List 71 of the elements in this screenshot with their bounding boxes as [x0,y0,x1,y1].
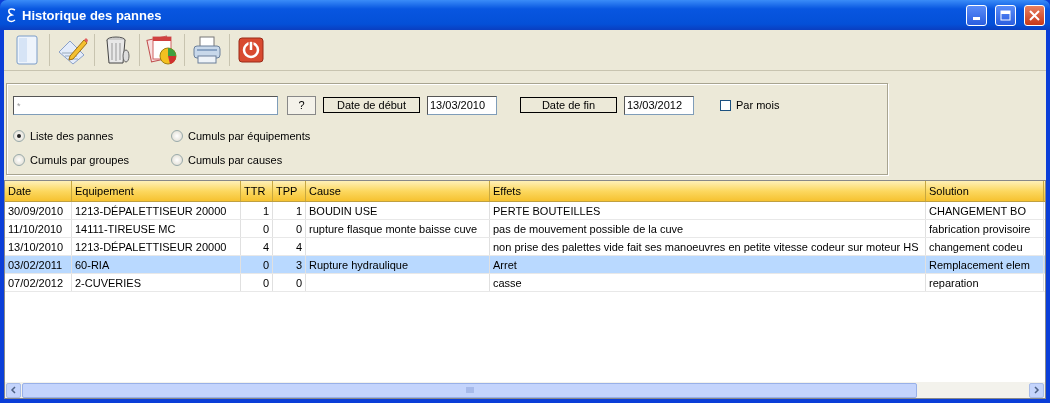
table-cell: 3 [295,258,302,271]
table-cell: 0 [262,258,269,271]
table-cell: 0 [262,222,269,235]
radio-label: Liste des pannes [30,130,114,142]
radio-label: Cumuls par équipements [188,130,311,142]
column-header[interactable]: TTR [241,181,273,201]
help-button[interactable]: ? [287,95,316,115]
start-date-label: Date de début [323,97,420,113]
start-date-field[interactable]: 13/03/2010 [427,95,497,115]
scroll-right-button[interactable] [1029,382,1044,398]
radio-button[interactable] [13,154,25,166]
table-cell: 14111-TIREUSE MC [75,222,176,235]
search-field[interactable]: * [13,95,278,115]
table-cell: 1 [295,204,302,217]
table-cell: 03/02/2011 [8,258,63,271]
column-header[interactable]: TPP [273,181,306,201]
column-header[interactable]: Effets [490,181,926,201]
table-cell: 30/09/2010 [8,204,64,217]
close-button[interactable] [1024,4,1045,26]
end-date-field[interactable]: 13/03/2012 [624,95,694,115]
minimize-button[interactable] [966,4,987,26]
checkbox-label: Par mois [736,99,780,111]
scrollbar-thumb[interactable] [22,382,917,398]
table-cell: Rupture hydraulique [309,258,409,271]
selected-row[interactable]: 03/02/2011 60-RIA 0 3 Rupture hydraulique Arret Remplacement elem [5,256,1045,274]
maximize-icon [1000,9,1011,21]
window-title: Historique des pannes [22,7,163,23]
radio-button[interactable] [13,130,25,142]
checkbox[interactable] [720,99,731,111]
table-cell: 13/10/2010 [8,240,64,253]
table-cell: Arret [493,258,517,271]
table-cell: rupture flasque monte baisse cuve [309,222,478,235]
table-cell: non prise des palettes vide fait ses manoeuvres en petite vitesse codeur sur moteur HS [493,240,919,253]
table-cell: fabrication provisoire [929,222,1031,235]
radio-label: Cumuls par groupes [30,154,130,166]
end-date-label: Date de fin [520,97,617,113]
column-header[interactable]: Equipement [72,181,241,201]
table-cell: BOUDIN USE [309,204,378,217]
table-cell: 0 [295,222,302,235]
radio-button[interactable] [171,154,183,166]
table-cell: 60-RIA [75,258,110,271]
minimize-icon [973,17,980,20]
table-cell: 1213-DÉPALETTISEUR 20000 [75,204,227,217]
table-row[interactable]: 30/09/2010 1213-DÉPALETTISEUR 20000 1 1 BOUDIN USE PERTE BOUTEILLES CHANGEMENT BO [5,202,1045,220]
table-cell: changement codeu [929,240,1023,253]
maximize-button[interactable] [995,4,1016,26]
table-cell: CHANGEMENT BO [929,204,1026,217]
table-cell: 1213-DÉPALETTISEUR 20000 [75,240,227,253]
column-header[interactable]: Solution [926,181,1044,201]
table-cell: PERTE BOUTEILLES [493,204,601,217]
table-cell: 4 [262,240,269,253]
table-cell: reparation [929,276,979,289]
table-cell: 0 [262,276,269,289]
radio-button[interactable] [171,130,183,142]
table-cell: casse [493,276,522,289]
column-header[interactable]: Cause [306,181,490,201]
app-icon [6,7,16,23]
scroll-left-button[interactable] [6,382,21,398]
close-icon [1029,9,1040,21]
table-row[interactable]: 07/02/2012 2-CUVERIES 0 0 casse reparation [5,274,1045,292]
radio-label: Cumuls par causes [188,154,283,166]
table-cell: 1 [262,204,269,217]
table-cell: 2-CUVERIES [75,276,142,289]
table-cell: 07/02/2012 [8,276,64,289]
table-cell: Remplacement elem [929,258,1030,271]
table-row[interactable]: 11/10/2010 14111-TIREUSE MC 0 0 rupture flasque monte baisse cuve pas de mouvement possible de la cuve fabrication provisoire [5,220,1045,238]
table-cell: 4 [295,240,302,253]
table-cell: pas de mouvement possible de la cuve [493,222,684,235]
table-cell: 11/10/2010 [8,222,63,235]
table-cell: 0 [295,276,302,289]
column-header[interactable]: Date [5,181,72,201]
